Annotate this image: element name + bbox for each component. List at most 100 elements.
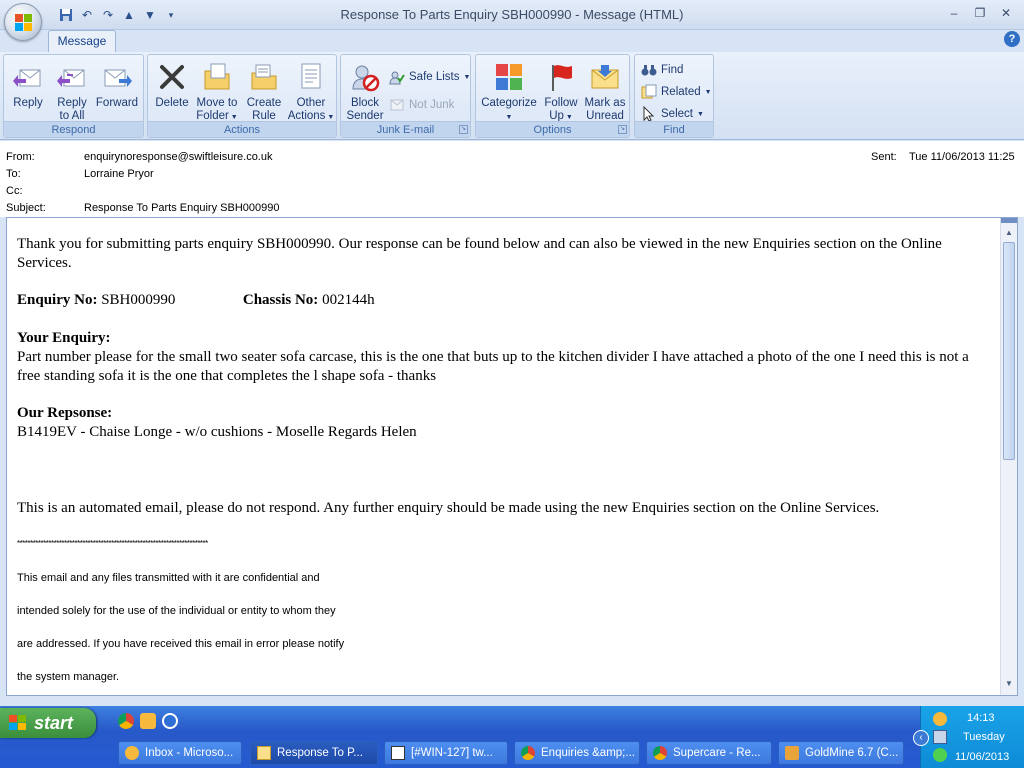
chevron-down-icon: ▼ <box>463 73 471 81</box>
clock-date: 11/06/2013 <box>955 751 1010 763</box>
ribbon: Reply Reply to All Forward Respond Delet… <box>0 52 1024 140</box>
move-to-folder-button[interactable]: Move to Folder ▼ <box>192 59 242 122</box>
taskbar-item[interactable]: [#WIN-127] tw... <box>384 741 508 765</box>
enquiry-no-value: SBH000990 <box>101 292 176 308</box>
from-value[interactable]: enquirynoresponse@swiftleisure.co.uk <box>84 151 272 163</box>
chevron-down-icon: ▼ <box>505 114 513 121</box>
create-rule-icon <box>251 64 277 90</box>
respond-group: Reply Reply to All Forward Respond <box>3 54 144 138</box>
disclaimer-line-1: This email and any files transmitted wit… <box>17 572 320 584</box>
chevron-down-icon: ▼ <box>563 114 573 121</box>
create-rule-button[interactable]: Create Rule <box>242 59 286 122</box>
related-icon <box>641 84 657 99</box>
chrome-icon <box>653 746 667 760</box>
taskbar: start Inbox - Microso... Response To P..… <box>0 706 1024 768</box>
block-sender-icon <box>352 65 380 92</box>
email-icon <box>257 746 271 760</box>
scrollbar-split-handle[interactable] <box>1001 218 1017 223</box>
chevron-left-icon[interactable]: ‹ <box>913 730 929 746</box>
categorize-icon <box>496 64 522 90</box>
network-icon[interactable] <box>933 730 947 744</box>
tracker-icon <box>391 746 405 760</box>
cursor-icon <box>643 106 655 122</box>
to-label: To: <box>6 168 21 180</box>
flag-icon <box>552 65 572 91</box>
safe-lists-button[interactable]: Safe Lists ▼ <box>389 67 470 87</box>
ribbon-tabs: Message ? <box>0 30 1024 52</box>
quick-launch <box>118 713 178 729</box>
separator-line: ****************************************… <box>17 539 208 548</box>
actions-group-label: Actions <box>148 121 336 137</box>
window-controls: – ❐ ✕ <box>942 4 1018 22</box>
categorize-button[interactable]: Categorize ▼ <box>478 59 540 121</box>
dialog-launcher-icon[interactable]: ↘ <box>459 125 468 134</box>
scrollbar-thumb[interactable] <box>1003 242 1015 460</box>
office-button[interactable] <box>4 3 42 41</box>
scroll-up-icon[interactable]: ▲ <box>1001 228 1017 240</box>
windows-flag-icon <box>9 715 26 730</box>
intro-text: Thank you for submitting parts enquiry S… <box>17 236 942 271</box>
mark-as-unread-button[interactable]: Mark as Unread <box>582 59 628 122</box>
disclaimer-line-3: are addressed. If you have received this… <box>17 638 345 650</box>
vertical-scrollbar[interactable]: ▲ ▼ <box>1000 218 1017 695</box>
taskbar-item[interactable]: GoldMine 6.7 (C... <box>778 741 904 765</box>
forward-icon <box>104 69 132 87</box>
close-button[interactable]: ✕ <box>994 4 1018 22</box>
reply-all-button[interactable]: Reply to All <box>50 59 94 122</box>
outlook-message-window: ↶ ↷ ▲ ▼ ▾ Response To Parts Enquiry SBH0… <box>0 0 1024 706</box>
taskbar-item[interactable]: Enquiries &amp;... <box>514 741 640 765</box>
subject-value: Response To Parts Enquiry SBH000990 <box>84 202 280 214</box>
clock-time[interactable]: 14:13 <box>967 712 995 724</box>
delete-button[interactable]: Delete <box>152 59 192 121</box>
to-value[interactable]: Lorraine Pryor <box>84 168 154 180</box>
clock-day: Tuesday <box>963 731 1005 743</box>
chassis-no-label: Chassis No: <box>242 292 319 308</box>
find-group-label: Find <box>635 121 713 137</box>
related-button[interactable]: Related ▼ <box>641 82 712 102</box>
sent-value: Tue 11/06/2013 11:25 <box>909 151 1015 163</box>
taskbar-item[interactable]: Inbox - Microso... <box>118 741 242 765</box>
office-logo-icon <box>15 14 32 31</box>
automated-notice: This is an automated email, please do no… <box>17 500 880 516</box>
chrome-icon <box>521 746 535 760</box>
chassis-no-value: 002144h <box>322 292 375 308</box>
outlook-icon[interactable] <box>140 713 156 729</box>
taskbar-item[interactable]: Supercare - Re... <box>646 741 772 765</box>
help-icon[interactable]: ? <box>1004 31 1020 47</box>
follow-up-button[interactable]: Follow Up ▼ <box>540 59 582 122</box>
find-group: Find Related ▼ Select ▼ Find <box>634 54 714 138</box>
find-button[interactable]: Find <box>641 60 683 80</box>
forward-button[interactable]: Forward <box>94 59 140 121</box>
options-group-label: Options <box>476 121 629 137</box>
not-junk-button[interactable]: Not Junk <box>389 95 454 115</box>
tab-message[interactable]: Message <box>48 30 116 52</box>
binoculars-icon <box>641 65 657 76</box>
safe-lists-icon <box>389 71 405 85</box>
subject-label: Subject: <box>6 202 46 214</box>
other-actions-button[interactable]: Other Actions ▼ <box>286 59 336 122</box>
reply-button[interactable]: Reply <box>6 59 50 121</box>
goldmine-icon <box>785 746 799 760</box>
outlook-tray-icon[interactable] <box>933 712 947 726</box>
dialog-launcher-icon[interactable]: ↘ <box>618 125 627 134</box>
reply-all-icon <box>57 69 85 87</box>
respond-group-label: Respond <box>4 121 143 137</box>
scroll-down-icon[interactable]: ▼ <box>1001 679 1017 691</box>
restore-button[interactable]: ❐ <box>968 4 992 22</box>
message-body-pane[interactable]: Thank you for submitting parts enquiry S… <box>6 217 1018 696</box>
actions-group: Delete Move to Folder ▼ Create Rule Othe… <box>147 54 337 138</box>
window-title: Response To Parts Enquiry SBH000990 - Me… <box>340 7 684 22</box>
reply-icon <box>13 69 41 87</box>
chrome-icon[interactable] <box>118 713 134 729</box>
disclaimer-line-4: the system manager. <box>17 671 120 683</box>
system-tray: ‹ 14:13 Tuesday 11/06/2013 <box>913 706 1024 768</box>
ie-icon[interactable] <box>162 713 178 729</box>
minimize-button[interactable]: – <box>942 4 966 22</box>
message-body: Thank you for submitting parts enquiry S… <box>17 235 989 687</box>
taskbar-item[interactable]: Response To P... <box>250 741 378 765</box>
status-icon[interactable] <box>933 748 947 762</box>
cc-label: Cc: <box>6 185 23 197</box>
start-button[interactable]: start <box>0 708 96 738</box>
block-sender-button[interactable]: Block Sender <box>343 59 387 122</box>
title-bar: ↶ ↷ ▲ ▼ ▾ Response To Parts Enquiry SBH0… <box>0 0 1024 30</box>
